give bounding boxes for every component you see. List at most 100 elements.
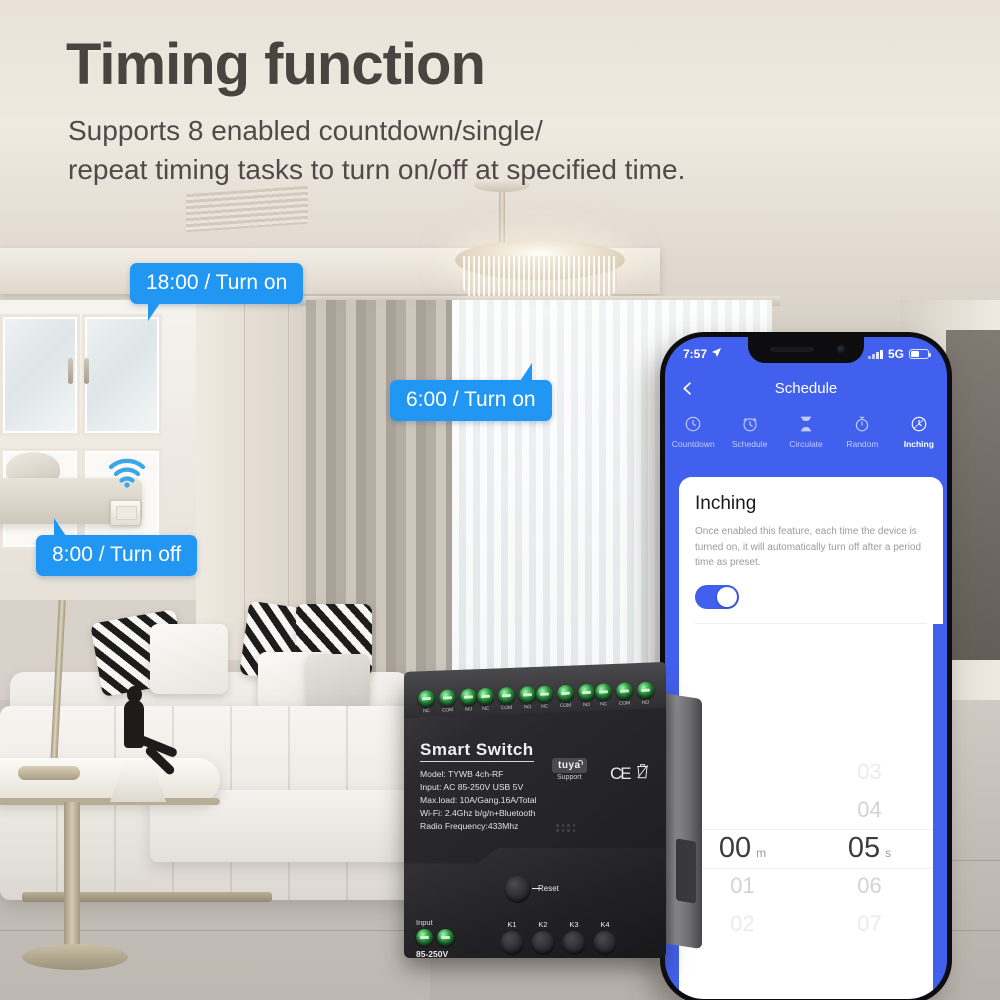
channel-button-dot[interactable] bbox=[531, 931, 555, 955]
terminal-label: NC bbox=[541, 703, 548, 710]
cabinet-handle-left bbox=[68, 358, 73, 384]
channel-label: K4 bbox=[600, 920, 610, 929]
terminal-no: NO bbox=[578, 683, 595, 721]
terminal-label: NO bbox=[464, 706, 473, 713]
terminal-screw bbox=[578, 683, 595, 702]
device-spec-input: Input: AC 85-250V USB 5V bbox=[420, 782, 524, 793]
channel-button-k4[interactable]: K4 bbox=[593, 920, 617, 955]
side-table-base bbox=[22, 944, 128, 970]
terminal-screw bbox=[519, 685, 536, 704]
reset-button[interactable] bbox=[504, 876, 531, 903]
terminal-com: COM bbox=[616, 682, 633, 719]
device-vent-holes bbox=[556, 824, 576, 832]
tab-countdown[interactable]: Countdown bbox=[665, 411, 721, 449]
picker-option[interactable]: 03 bbox=[806, 753, 933, 791]
page-subtitle: Supports 8 enabled countdown/single/ rep… bbox=[68, 115, 686, 185]
terminal-screw bbox=[616, 682, 633, 700]
picker-column-seconds[interactable]: 03 04 05 s 06 07 bbox=[806, 753, 933, 943]
callout-18-00-turn-on: 18:00 / Turn on bbox=[130, 263, 304, 321]
terminal-no: NO bbox=[519, 685, 536, 723]
chandelier-rod bbox=[499, 186, 505, 246]
terminal-group: NC COM NO bbox=[536, 683, 595, 722]
callout-label: 18:00 / Turn on bbox=[146, 271, 288, 294]
card-divider bbox=[695, 622, 927, 624]
throw-pillow-gray bbox=[306, 654, 370, 710]
app-navbar: Schedule bbox=[665, 371, 947, 405]
tab-label: Countdown bbox=[671, 439, 715, 449]
device-spec-rf: Radio Frequency:433Mhz bbox=[420, 821, 519, 832]
callout-label: 6:00 / Turn on bbox=[406, 388, 536, 411]
side-table-edge bbox=[0, 798, 220, 805]
card-description: Once enabled this feature, each time the… bbox=[695, 526, 922, 568]
channel-button-k2[interactable]: K2 bbox=[531, 920, 555, 955]
throw-pillow-white-1 bbox=[150, 624, 228, 694]
inching-card: Inching Once enabled this feature, each … bbox=[679, 477, 943, 624]
device-spec-maxload: Max.load: 10A/Gang.16A/Total bbox=[420, 795, 537, 806]
channel-label: K3 bbox=[569, 920, 579, 929]
network-type: 5G bbox=[887, 347, 904, 361]
channel-button-dot[interactable] bbox=[593, 931, 617, 955]
smartphone-mockup: 7:57 5G Schedule Countdown Schedule Circ… bbox=[660, 332, 952, 1000]
wifi-signal-icon bbox=[108, 458, 146, 488]
picker-option[interactable]: 07 bbox=[806, 905, 933, 943]
terminal-label: NC bbox=[423, 708, 430, 715]
front-camera bbox=[837, 345, 846, 354]
terminal-screw bbox=[418, 689, 435, 708]
weee-bin-icon bbox=[635, 762, 650, 785]
terminal-label: COM bbox=[559, 702, 572, 710]
channel-button-dot[interactable] bbox=[562, 931, 586, 955]
wall-switch-plate bbox=[110, 500, 141, 526]
location-arrow-icon bbox=[711, 347, 722, 361]
tab-inching[interactable]: Inching bbox=[891, 411, 947, 449]
side-table-top bbox=[0, 758, 220, 802]
clock-arrow-icon bbox=[891, 411, 947, 437]
tab-random[interactable]: Random bbox=[834, 411, 890, 449]
terminal-label: NO bbox=[523, 704, 532, 711]
terminal-nc: NC bbox=[477, 687, 494, 725]
callout-tail bbox=[148, 303, 174, 321]
side-table-stem bbox=[64, 802, 80, 950]
tab-circulate[interactable]: Circulate bbox=[778, 411, 834, 449]
inching-toggle[interactable] bbox=[695, 584, 739, 609]
terminal-screw bbox=[536, 685, 553, 703]
channel-label: K1 bbox=[507, 920, 517, 929]
floor-lamp-head bbox=[18, 766, 80, 780]
status-bar-left: 7:57 bbox=[683, 347, 722, 361]
cabinet-handle-right bbox=[84, 358, 89, 384]
sofa-plinth bbox=[22, 892, 272, 902]
duration-picker[interactable]: 00 m 01 02 03 04 05 s 06 07 bbox=[679, 753, 933, 943]
tab-label: Inching bbox=[903, 439, 934, 449]
picker-value: 05 bbox=[847, 832, 881, 864]
status-time: 7:57 bbox=[683, 347, 708, 361]
terminal-nc: NC bbox=[418, 689, 435, 727]
device-spec-wifi: Wi-Fi: 2.4Ghz b/g/n+Bluetooth bbox=[420, 808, 536, 819]
device-side-panel bbox=[662, 692, 702, 950]
tab-label: Random bbox=[846, 439, 879, 449]
picker-option[interactable]: 06 bbox=[806, 867, 933, 905]
picker-option[interactable]: 04 bbox=[806, 791, 933, 829]
phone-notch bbox=[748, 337, 864, 363]
terminal-nc: NC bbox=[595, 683, 612, 720]
terminal-nc: NC bbox=[536, 685, 553, 722]
terminal-com: COM bbox=[498, 686, 515, 724]
input-terminal-screw-n bbox=[437, 929, 454, 946]
picker-selected-second[interactable]: 05 s bbox=[806, 829, 933, 867]
channel-button-dot[interactable] bbox=[500, 931, 524, 955]
input-terminals bbox=[416, 929, 474, 946]
page-heading: Schedule bbox=[774, 379, 838, 397]
terminal-label: NO bbox=[641, 699, 650, 706]
earpiece-speaker bbox=[770, 347, 814, 352]
tuya-wordmark: tuya bbox=[552, 758, 587, 773]
terminal-label: NC bbox=[600, 701, 607, 708]
wall-seam-1 bbox=[244, 300, 245, 660]
channel-button-k3[interactable]: K3 bbox=[562, 920, 586, 955]
input-label: Input bbox=[416, 918, 433, 927]
terminal-screw bbox=[477, 687, 494, 706]
device-spec-label: Smart Switch Model: TYWB 4ch-RF Input: A… bbox=[420, 740, 620, 833]
terminal-label: COM bbox=[500, 704, 513, 712]
reset-label: Reset bbox=[538, 884, 559, 893]
channel-button-k1[interactable]: K1 bbox=[500, 920, 524, 955]
terminal-screw bbox=[637, 681, 654, 700]
tab-schedule[interactable]: Schedule bbox=[721, 411, 777, 449]
toggle-knob bbox=[717, 586, 737, 607]
